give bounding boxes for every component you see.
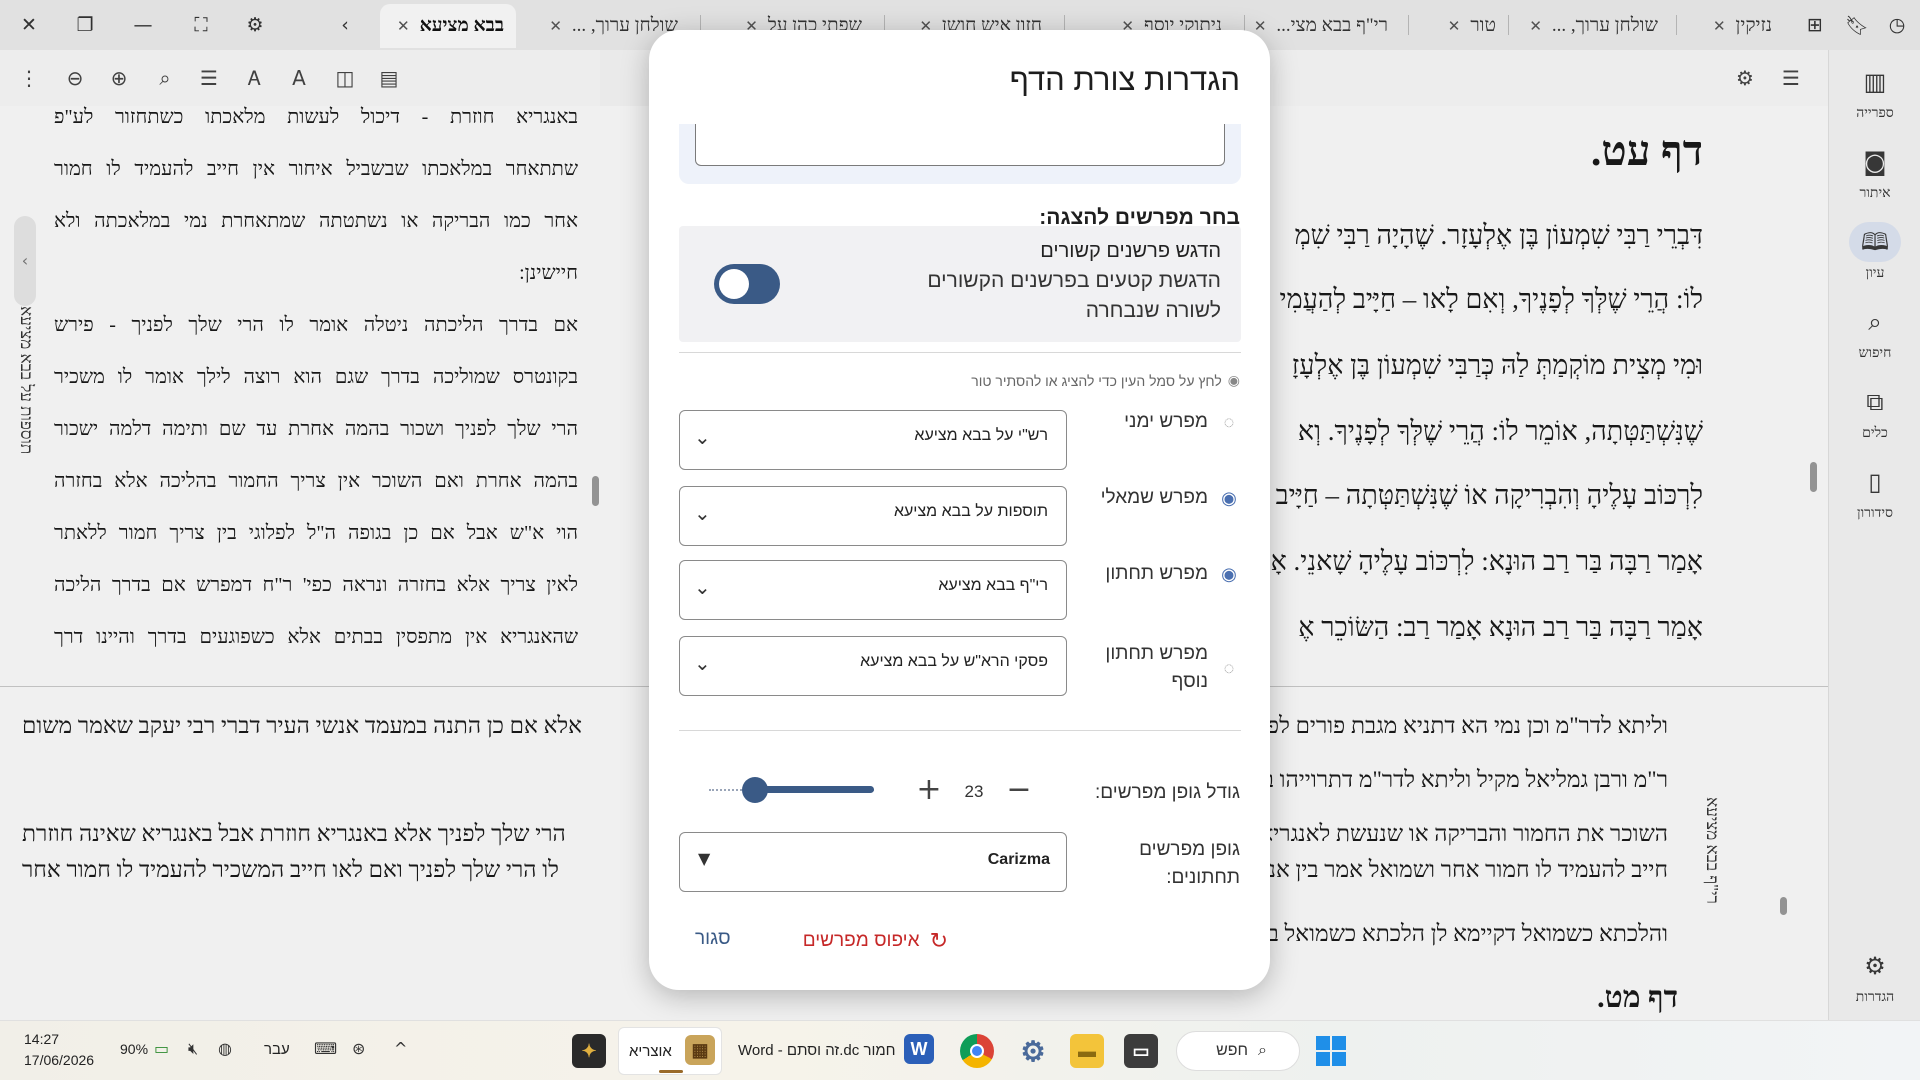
clock-time: 14:27 [24,1031,60,1047]
increase-font-button[interactable]: + [909,770,949,810]
chevron-down-icon: ⌄ [694,501,711,525]
highlight-related-setting: הדגש פרשנים קשורים הדגשת קטעים בפרשנים ה… [679,226,1241,342]
chevron-up-icon[interactable]: ^ [394,1039,407,1058]
settings-app-icon[interactable]: ⚙ [1016,1034,1050,1068]
toggle-title: הדגש פרשנים קשורים [1040,240,1221,262]
font-size-label: גודל גופן מפרשים: [1095,782,1240,803]
otzaria-icon: ▦ [685,1035,715,1065]
windows-start-icon[interactable] [1314,1034,1348,1068]
slider-fill [754,786,874,793]
dialog-title: הגדרות צורת הדף [1009,62,1240,97]
battery-percent: 90% [120,1041,149,1057]
reset-commentaries-button[interactable]: ↻ איפוס מפרשים [803,928,948,954]
row-label-text: מפרש שמאלי [1100,487,1208,508]
app-icon-gold[interactable]: ✦ [572,1034,606,1068]
chrome-icon[interactable] [960,1034,994,1068]
eye-icon: ◉ [1227,372,1240,388]
right-commentary-select[interactable]: רש"י על בבא מציעא ⌄ [679,410,1067,470]
previous-field-input[interactable] [695,124,1225,166]
font-family-label: גופן מפרשים תחתונים: [1139,839,1240,888]
hint-text: לחץ על סמל העין כדי להציג או להסתיר טור [971,372,1222,389]
app-label: Word - זה וסתם.dc חמור [738,1042,896,1059]
taskbar-app-otzaria[interactable]: אוצריא ▦ [618,1027,722,1075]
toggle-description: הדגשת קטעים בפרשנים הקשורים לשורה שנבחרה [927,269,1221,322]
chevron-down-icon: ⌄ [694,651,711,675]
mute-icon[interactable]: 🔇︎ [188,1039,198,1059]
slider-knob[interactable] [742,777,768,803]
select-value: תוספות על בבא מציעא [893,503,1048,520]
left-commentary-label: ◉ מפרש שמאלי [1090,484,1240,512]
reset-icon: ↻ [929,928,948,953]
chevron-down-icon: ⌄ [694,425,711,449]
chevron-down-icon: ⌄ [694,575,711,599]
eye-hint: ◉ לחץ על סמל העין כדי להציג או להסתיר טו… [971,372,1240,389]
left-commentary-select[interactable]: תוספות על בבא מציעא ⌄ [679,486,1067,546]
font-size-value: 23 [964,782,984,801]
terminal-icon[interactable]: ▭ [1124,1034,1158,1068]
bottom-commentary-select[interactable]: רי"ף בבא מציעא ⌄ [679,560,1067,620]
tray-app-icon[interactable]: ⊛ [352,1039,365,1058]
globe-icon[interactable]: ◍ [218,1039,232,1058]
select-value: פסקי הרא"ש על בבא מציעא [860,653,1048,670]
right-commentary-label: ◌ מפרש ימני [1090,408,1240,436]
input-language[interactable]: עבר [264,1041,290,1058]
divider [679,730,1241,731]
decrease-font-button[interactable]: − [999,770,1039,810]
eye-icon[interactable]: ◉ [1218,484,1240,512]
row-label-text: מפרש ימני [1124,411,1208,432]
extra-bottom-commentary-label: ◌ מפרש תחתון נוסף [1090,640,1240,696]
search-label: חפש [1216,1042,1249,1059]
word-icon: W [904,1034,934,1064]
select-value: Carizma [987,851,1050,868]
font-size-slider[interactable] [709,777,874,803]
eye-icon[interactable]: ◉ [1218,560,1240,588]
caret-down-icon: ▼ [698,849,711,868]
page-layout-settings-dialog: הגדרות צורת הדף בחר מפרשים להצגה: הדגש פ… [649,30,1270,990]
eye-off-icon[interactable]: ◌ [1218,654,1240,682]
row-label-text: מפרש תחתון [1105,563,1208,584]
taskbar: 14:27 17/06/2026 90% ▭ 🔇︎ ◍ עבר ⌨ ⊛ ^ ✦ … [0,1020,1920,1080]
keyboard-icon[interactable]: ⌨ [314,1039,337,1058]
previous-field [679,124,1241,184]
select-value: רי"ף בבא מציעא [938,577,1048,594]
reset-label: איפוס מפרשים [802,930,920,951]
clock-date: 17/06/2026 [24,1052,95,1068]
search-icon: ⌕ [1258,1042,1267,1059]
row-label-text: מפרש תחתון נוסף [1105,643,1208,692]
app-label: אוצריא [629,1043,672,1060]
divider [679,352,1241,353]
battery-icon[interactable]: ▭ [154,1039,169,1058]
taskbar-app-word[interactable]: Word - זה וסתם.dc חמור W [730,1027,940,1075]
extra-bottom-commentary-select[interactable]: פסקי הרא"ש על בבא מציעא ⌄ [679,636,1067,696]
eye-off-icon[interactable]: ◌ [1218,408,1240,436]
taskbar-search[interactable]: ⌕ חפש [1176,1031,1300,1071]
close-button[interactable]: סגור [695,928,731,950]
select-value: רש"י על בבא מציעא [914,427,1048,444]
file-explorer-icon[interactable]: ▬ [1070,1034,1104,1068]
bottom-commentary-label: ◉ מפרש תחתון [1090,560,1240,588]
active-indicator [659,1070,683,1073]
highlight-related-switch[interactable] [714,264,780,304]
font-family-select[interactable]: Carizma ▼ [679,832,1067,892]
switch-knob [719,269,749,299]
